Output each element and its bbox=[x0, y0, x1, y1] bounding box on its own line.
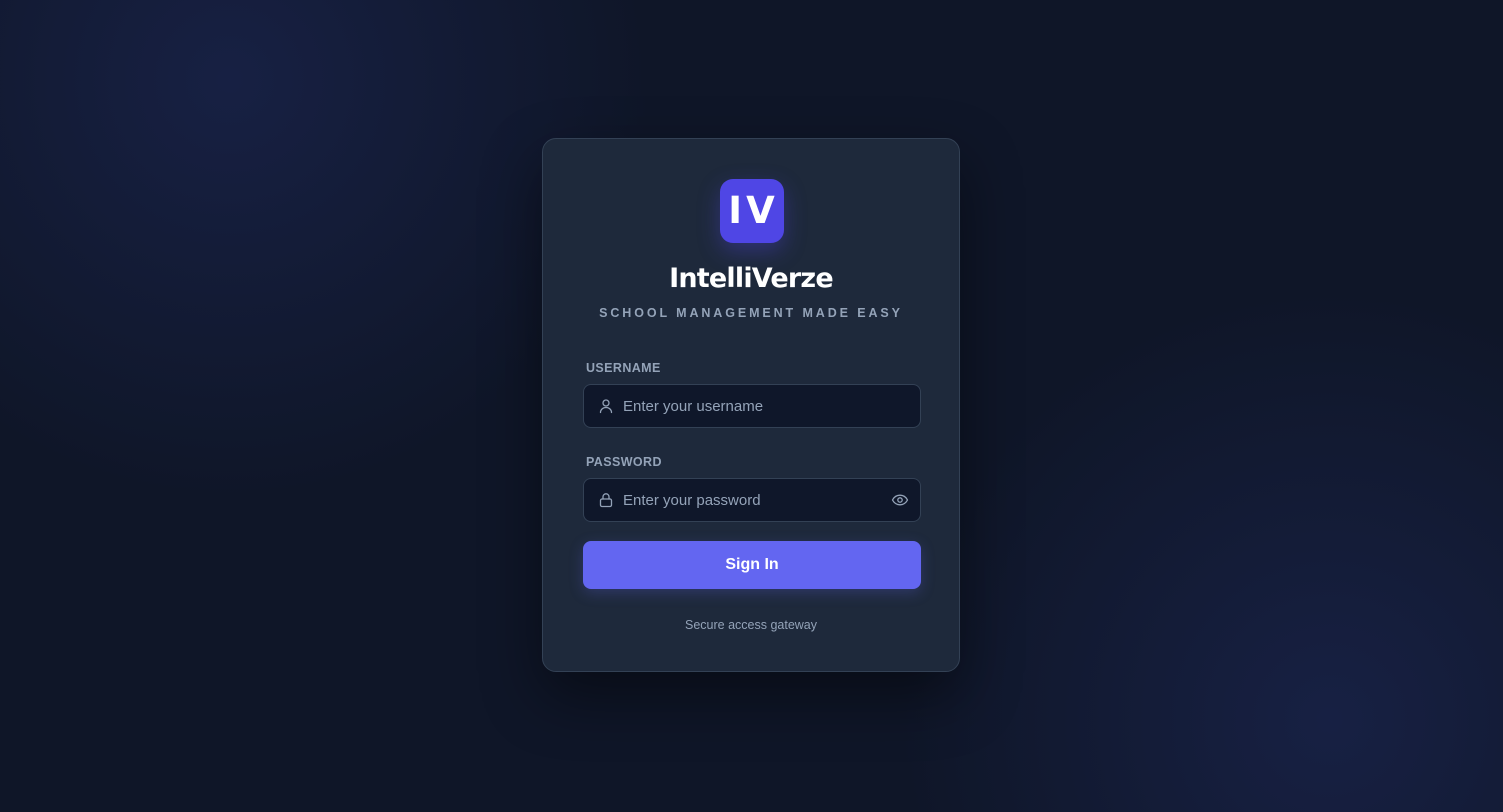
lock-icon bbox=[599, 493, 613, 508]
username-input[interactable] bbox=[623, 385, 873, 427]
username-field[interactable] bbox=[583, 384, 921, 428]
app-logo: IV bbox=[720, 179, 784, 243]
password-field[interactable] bbox=[583, 478, 921, 522]
eye-icon[interactable] bbox=[891, 492, 909, 508]
password-input[interactable] bbox=[623, 479, 873, 521]
login-card: IV IntelliVerze SCHOOL MANAGEMENT MADE E… bbox=[542, 138, 960, 672]
username-label: USERNAME bbox=[586, 361, 661, 375]
app-tagline: SCHOOL MANAGEMENT MADE EASY bbox=[599, 306, 903, 320]
password-label: PASSWORD bbox=[586, 455, 662, 469]
footer-note: Secure access gateway bbox=[684, 618, 817, 632]
app-name: IntelliVerze bbox=[669, 263, 834, 294]
logo-text: IV bbox=[728, 189, 779, 232]
user-icon bbox=[599, 399, 613, 414]
sign-in-button[interactable]: Sign In bbox=[583, 541, 921, 589]
